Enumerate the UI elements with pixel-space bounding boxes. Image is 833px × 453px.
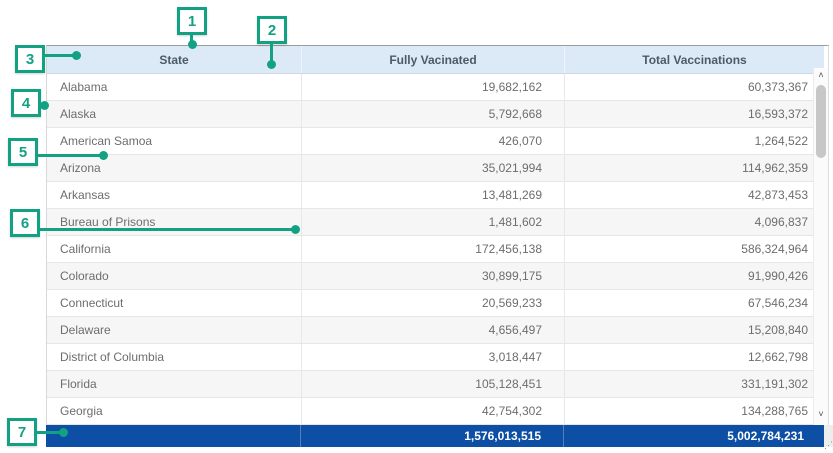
table-header-row: State Fully Vacinated Total Vaccinations: [47, 46, 824, 74]
total-vaccinations-cell: 91,990,426: [564, 263, 828, 289]
table-row[interactable]: Florida105,128,451331,191,302: [47, 371, 828, 398]
table-row[interactable]: Arkansas13,481,26942,873,453: [47, 182, 828, 209]
table-row[interactable]: Alaska5,792,66816,593,372: [47, 101, 828, 128]
state-cell: District of Columbia: [47, 344, 301, 370]
fully-vaccinated-cell: 42,754,302: [301, 398, 564, 424]
state-cell: Arkansas: [47, 182, 301, 208]
dashboard-canvas: State Fully Vacinated Total Vaccinations…: [0, 0, 833, 453]
state-cell: Connecticut: [47, 290, 301, 316]
fully-vaccinated-cell: 172,456,138: [301, 236, 564, 262]
fully-vaccinated-cell: 3,018,447: [301, 344, 564, 370]
fully-vaccinated-cell: 1,481,602: [301, 209, 564, 235]
annotation-marker-2: 2: [257, 16, 287, 44]
vertical-scrollbar[interactable]: ˄ ˅: [813, 68, 828, 425]
state-cell: Colorado: [47, 263, 301, 289]
total-vaccinations-cell: 16,593,372: [564, 101, 828, 127]
table-row[interactable]: Alabama19,682,16260,373,367: [47, 74, 828, 101]
total-vaccinations-cell: 331,191,302: [564, 371, 828, 397]
annotation-marker-3: 3: [15, 45, 45, 73]
total-vaccinations-cell: 15,208,840: [564, 317, 828, 343]
column-header-total-vaccinations[interactable]: Total Vaccinations: [564, 46, 824, 73]
state-cell: Bureau of Prisons: [47, 209, 301, 235]
state-cell: Alabama: [47, 74, 301, 100]
total-vaccinations-cell: 67,546,234: [564, 290, 828, 316]
annotation-dot-1: [188, 40, 197, 49]
annotation-marker-5: 5: [8, 138, 38, 166]
annotation-dot-3: [72, 51, 81, 60]
fully-vaccinated-cell: 5,792,668: [301, 101, 564, 127]
scrollbar-thumb[interactable]: [816, 85, 826, 158]
table-row[interactable]: Delaware4,656,49715,208,840: [47, 317, 828, 344]
table-row[interactable]: California172,456,138586,324,964: [47, 236, 828, 263]
table-totals-row: 1,576,013,515 5,002,784,231: [46, 425, 824, 447]
fully-vaccinated-cell: 13,481,269: [301, 182, 564, 208]
state-cell: California: [47, 236, 301, 262]
total-vaccinations-cell: 1,264,522: [564, 128, 828, 154]
fully-vaccinated-cell: 19,682,162: [301, 74, 564, 100]
total-vaccinations-cell: 134,288,765: [564, 398, 828, 424]
annotation-stem-5: [37, 154, 101, 157]
fully-vaccinated-cell: 105,128,451: [301, 371, 564, 397]
total-vaccinations-cell: 42,873,453: [564, 182, 828, 208]
column-header-state[interactable]: State: [47, 46, 301, 73]
annotation-dot-2: [267, 60, 276, 69]
column-header-fully-vaccinated[interactable]: Fully Vacinated: [301, 46, 564, 73]
annotation-stem-3: [44, 54, 74, 57]
totals-state-cell: [46, 425, 300, 447]
annotation-dot-6: [291, 225, 300, 234]
state-cell: American Samoa: [47, 128, 301, 154]
table-row[interactable]: Colorado30,899,17591,990,426: [47, 263, 828, 290]
annotation-marker-7: 7: [7, 418, 37, 446]
total-vaccinations-cell: 114,962,359: [564, 155, 828, 181]
table-row[interactable]: Arizona35,021,994114,962,359: [47, 155, 828, 182]
table-row[interactable]: Georgia42,754,302134,288,765: [47, 398, 828, 425]
state-cell: Arizona: [47, 155, 301, 181]
table-row[interactable]: American Samoa426,0701,264,522: [47, 128, 828, 155]
state-cell: Alaska: [47, 101, 301, 127]
resize-grip-icon[interactable]: ⋰: [824, 440, 833, 450]
annotation-dot-7: [59, 428, 68, 437]
fully-vaccinated-cell: 4,656,497: [301, 317, 564, 343]
table-row[interactable]: District of Columbia3,018,44712,662,798: [47, 344, 828, 371]
totals-total-vaccinations-cell: 5,002,784,231: [563, 425, 824, 447]
state-cell: Georgia: [47, 398, 301, 424]
annotation-stem-6: [39, 228, 293, 231]
total-vaccinations-cell: 4,096,837: [564, 209, 828, 235]
total-vaccinations-cell: 60,373,367: [564, 74, 828, 100]
fully-vaccinated-cell: 30,899,175: [301, 263, 564, 289]
state-cell: Delaware: [47, 317, 301, 343]
fully-vaccinated-cell: 426,070: [301, 128, 564, 154]
annotation-marker-4: 4: [11, 89, 41, 117]
table-row[interactable]: Bureau of Prisons1,481,6024,096,837: [47, 209, 828, 236]
scroll-down-arrow-icon[interactable]: ˅: [814, 408, 828, 420]
table-row[interactable]: Connecticut20,569,23367,546,234: [47, 290, 828, 317]
annotation-dot-5: [99, 151, 108, 160]
annotation-dot-4: [40, 101, 49, 110]
state-cell: Florida: [47, 371, 301, 397]
fully-vaccinated-cell: 20,569,233: [301, 290, 564, 316]
total-vaccinations-cell: 12,662,798: [564, 344, 828, 370]
fully-vaccinated-cell: 35,021,994: [301, 155, 564, 181]
totals-fully-vaccinated-cell: 1,576,013,515: [300, 425, 563, 447]
annotation-marker-1: 1: [177, 7, 207, 35]
total-vaccinations-cell: 586,324,964: [564, 236, 828, 262]
vaccination-data-table: State Fully Vacinated Total Vaccinations…: [46, 45, 829, 425]
scroll-up-arrow-icon[interactable]: ˄: [814, 69, 828, 81]
table-body: Alabama19,682,16260,373,367Alaska5,792,6…: [47, 74, 828, 425]
annotation-marker-6: 6: [10, 209, 40, 237]
